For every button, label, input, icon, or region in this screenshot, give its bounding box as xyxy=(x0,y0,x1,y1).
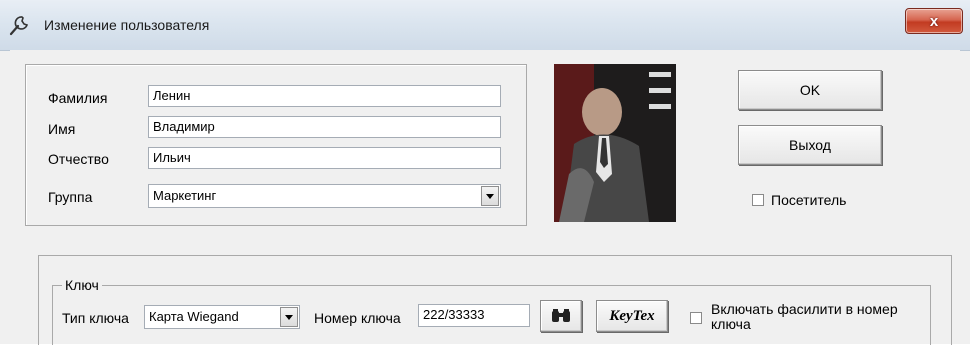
facility-label-line1: Включать фасилити в номер xyxy=(711,301,898,317)
first-name-label: Имя xyxy=(48,121,76,137)
close-icon: x xyxy=(929,12,939,30)
key-type-select[interactable]: Карта Wiegand xyxy=(144,305,300,329)
facility-label-line2: ключа xyxy=(711,316,751,332)
key-group-title: Ключ xyxy=(62,277,102,293)
binoculars-icon xyxy=(552,309,570,322)
ok-button[interactable]: OK xyxy=(738,70,882,110)
first-name-field[interactable]: Владимир xyxy=(148,116,501,138)
facility-checkbox[interactable] xyxy=(690,312,702,324)
patronymic-field[interactable]: Ильич xyxy=(148,147,501,169)
keytex-button[interactable]: KeyTex xyxy=(596,300,668,332)
key-number-label: Номер ключа xyxy=(314,310,401,326)
last-name-field[interactable]: Ленин xyxy=(148,85,501,107)
visitor-label: Посетитель xyxy=(771,192,847,208)
facility-label: Включать фасилити в номер ключа xyxy=(711,302,898,332)
key-type-value: Карта Wiegand xyxy=(149,309,239,324)
key-number-field[interactable]: 222/33333 xyxy=(418,304,530,327)
exit-button[interactable]: Выход xyxy=(738,125,882,165)
key-type-label: Тип ключа xyxy=(62,310,129,326)
title-bar: Изменение пользователя x xyxy=(0,0,970,51)
group-select-value: Маркетинг xyxy=(153,188,217,203)
close-button[interactable]: x xyxy=(905,8,963,34)
last-name-label: Фамилия xyxy=(48,90,108,106)
chevron-down-icon[interactable] xyxy=(280,307,298,327)
wrench-icon xyxy=(9,16,29,36)
user-photo xyxy=(554,64,676,222)
window-title: Изменение пользователя xyxy=(44,17,210,33)
group-label: Группа xyxy=(48,189,93,205)
chevron-down-icon[interactable] xyxy=(481,186,499,206)
visitor-checkbox[interactable] xyxy=(752,194,764,206)
patronymic-label: Отчество xyxy=(48,151,109,167)
portrait-image xyxy=(554,64,676,222)
edit-user-window: Изменение пользователя x Фамилия Ленин И… xyxy=(0,0,970,345)
group-select[interactable]: Маркетинг xyxy=(148,184,501,208)
search-key-button[interactable] xyxy=(540,300,582,332)
